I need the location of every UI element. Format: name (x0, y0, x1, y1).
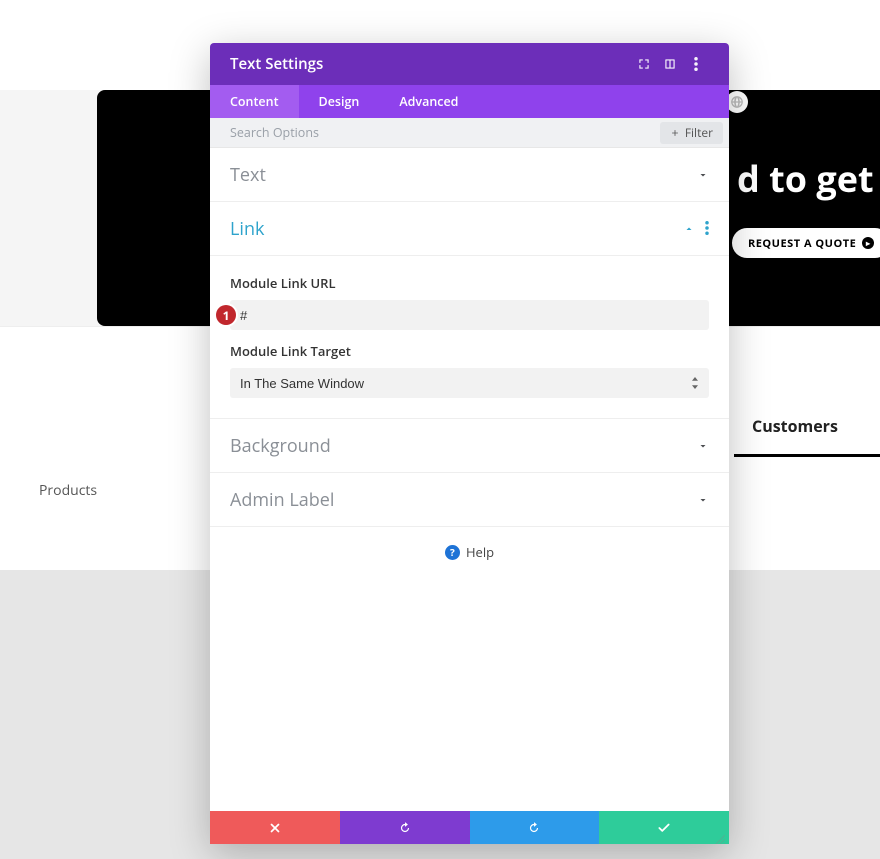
save-button[interactable] (599, 811, 729, 844)
kebab-icon[interactable] (683, 51, 709, 77)
hero-headline: d to get start (737, 154, 880, 203)
search-input[interactable]: Search Options (230, 124, 660, 141)
search-bar: Search Options Filter (210, 118, 729, 148)
section-kebab-icon[interactable] (705, 218, 709, 240)
redo-icon (527, 821, 541, 835)
chevron-down-icon (697, 164, 709, 186)
redo-button[interactable] (470, 811, 600, 844)
responsive-icon[interactable] (657, 51, 683, 77)
section-link-label: Link (230, 217, 683, 241)
modal-footer (210, 811, 729, 844)
help-label: Help (466, 543, 494, 561)
filter-label: Filter (685, 124, 713, 141)
section-admin-label-header[interactable]: Admin Label (210, 473, 729, 527)
section-text-header[interactable]: Text (210, 148, 729, 202)
request-quote-label: REQUEST A QUOTE (748, 236, 856, 251)
expand-icon[interactable] (631, 51, 657, 77)
resize-handle-icon[interactable] (713, 828, 725, 840)
chevron-down-icon (697, 435, 709, 457)
help-icon: ? (445, 545, 460, 560)
sections: Text Link Module Link URL 1 Module Link … (210, 148, 729, 811)
chevron-up-icon (683, 218, 695, 240)
undo-button[interactable] (340, 811, 470, 844)
filter-button[interactable]: Filter (660, 122, 723, 144)
module-link-target-select[interactable] (230, 368, 709, 398)
tab-advanced[interactable]: Advanced (379, 85, 478, 118)
section-background-label: Background (230, 434, 697, 458)
arrow-right-icon: ▸ (862, 237, 874, 249)
help-button[interactable]: ? Help (210, 527, 729, 577)
section-link-header[interactable]: Link (210, 202, 729, 256)
undo-icon (398, 821, 412, 835)
chevron-down-icon (697, 489, 709, 511)
section-admin-label-label: Admin Label (230, 488, 697, 512)
module-link-url-label: Module Link URL (230, 274, 709, 292)
plus-icon (670, 128, 680, 138)
customers-underline (734, 454, 880, 457)
products-label: Products (39, 481, 97, 500)
module-link-target-label: Module Link Target (230, 342, 709, 360)
cancel-button[interactable] (210, 811, 340, 844)
modal-title: Text Settings (230, 54, 631, 74)
request-quote-button[interactable]: REQUEST A QUOTE ▸ (732, 228, 880, 258)
tab-design[interactable]: Design (299, 85, 380, 118)
text-settings-modal: Text Settings Content Design Advanced Se… (210, 43, 729, 844)
check-icon (657, 821, 671, 835)
module-link-url-input[interactable] (230, 300, 709, 330)
modal-header: Text Settings (210, 43, 729, 85)
section-text-label: Text (230, 163, 697, 187)
customers-tab[interactable]: Customers (752, 415, 838, 437)
annotation-badge-1: 1 (216, 305, 236, 325)
globe-icon[interactable] (726, 91, 748, 113)
close-icon (268, 821, 282, 835)
section-link-body: Module Link URL 1 Module Link Target (210, 256, 729, 419)
tab-content[interactable]: Content (210, 85, 299, 118)
section-background-header[interactable]: Background (210, 419, 729, 473)
tab-bar: Content Design Advanced (210, 85, 729, 118)
